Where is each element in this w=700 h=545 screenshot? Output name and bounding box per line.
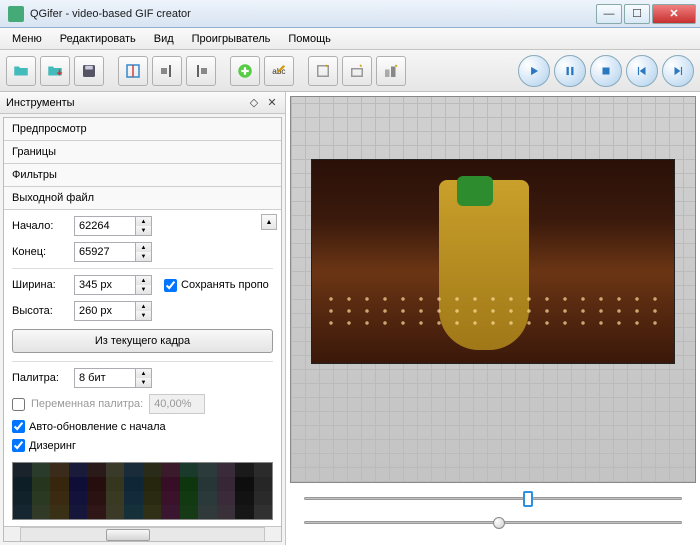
height-label: Высота: [12, 305, 68, 317]
position-slider[interactable] [304, 491, 682, 505]
export-gif-icon[interactable] [40, 56, 70, 86]
stop-button[interactable] [590, 55, 622, 87]
auto-update-label: Авто-обновление с начала [29, 421, 166, 433]
minimize-button[interactable]: — [596, 4, 622, 24]
end-spinner[interactable]: ▲▼ [136, 242, 152, 262]
start-spinner[interactable]: ▲▼ [136, 216, 152, 236]
menu-file[interactable]: Меню [4, 31, 50, 47]
preview-canvas [290, 96, 696, 483]
resize-icon[interactable] [342, 56, 372, 86]
start-label: Начало: [12, 220, 68, 232]
sidebar-header: Инструменты ◇ ✕ [0, 92, 285, 114]
auto-update-checkbox[interactable] [12, 420, 25, 433]
output-panel: ▲ Начало: ▲▼ Конец: ▲▼ Ширина: ▲▼ Сохран… [4, 210, 281, 526]
speed-slider[interactable] [304, 515, 682, 529]
position-thumb[interactable] [523, 491, 533, 507]
play-button[interactable] [518, 55, 550, 87]
menu-edit[interactable]: Редактировать [52, 31, 144, 47]
preview-pane [286, 92, 700, 545]
scroll-up-button[interactable]: ▲ [261, 214, 277, 230]
keep-ratio-checkbox[interactable] [164, 279, 177, 292]
video-frame [311, 159, 675, 364]
section-filters[interactable]: Фильтры [4, 164, 281, 187]
next-frame-button[interactable] [662, 55, 694, 87]
var-palette-input [149, 394, 205, 414]
undock-icon[interactable]: ◇ [247, 96, 261, 110]
frame-tool-icon[interactable] [118, 56, 148, 86]
palette-preview [12, 462, 273, 520]
section-borders[interactable]: Границы [4, 141, 281, 164]
menu-view[interactable]: Вид [146, 31, 182, 47]
mark-out-icon[interactable] [186, 56, 216, 86]
section-output[interactable]: Выходной файл [4, 187, 281, 210]
window-title: QGifer - video-based GIF creator [30, 8, 596, 20]
sidebar-hscrollbar[interactable] [4, 526, 281, 542]
app-icon [8, 6, 24, 22]
mark-in-icon[interactable] [152, 56, 182, 86]
save-icon[interactable] [74, 56, 104, 86]
titlebar: QGifer - video-based GIF creator — ☐ ✕ [0, 0, 700, 28]
menu-player[interactable]: Проигрыватель [184, 31, 279, 47]
palette-input[interactable] [74, 368, 136, 388]
text-icon[interactable]: abc [264, 56, 294, 86]
end-input[interactable] [74, 242, 136, 262]
palette-label: Палитра: [12, 372, 68, 384]
width-input[interactable] [74, 275, 136, 295]
menu-help[interactable]: Помощь [280, 31, 339, 47]
var-palette-label: Переменная палитра: [31, 398, 143, 410]
var-palette-checkbox[interactable] [12, 398, 25, 411]
end-label: Конец: [12, 246, 68, 258]
height-spinner[interactable]: ▲▼ [136, 301, 152, 321]
section-preview[interactable]: Предпросмотр [4, 118, 281, 141]
maximize-button[interactable]: ☐ [624, 4, 650, 24]
menubar: Меню Редактировать Вид Проигрыватель Пом… [0, 28, 700, 50]
width-label: Ширина: [12, 279, 68, 291]
dithering-checkbox[interactable] [12, 439, 25, 452]
keep-ratio-label: Сохранять пропо [181, 279, 269, 291]
open-folder-icon[interactable] [6, 56, 36, 86]
width-spinner[interactable]: ▲▼ [136, 275, 152, 295]
pause-button[interactable] [554, 55, 586, 87]
from-current-frame-button[interactable]: Из текущего кадра [12, 329, 273, 353]
speed-thumb[interactable] [493, 517, 505, 529]
palette-spinner[interactable]: ▲▼ [136, 368, 152, 388]
prev-frame-button[interactable] [626, 55, 658, 87]
crop-icon[interactable] [308, 56, 338, 86]
dithering-label: Дизеринг [29, 440, 76, 452]
start-input[interactable] [74, 216, 136, 236]
add-icon[interactable] [230, 56, 260, 86]
close-button[interactable]: ✕ [652, 4, 696, 24]
sidebar: Инструменты ◇ ✕ Предпросмотр Границы Фил… [0, 92, 286, 545]
close-panel-icon[interactable]: ✕ [265, 96, 279, 110]
scrollbar-thumb[interactable] [106, 529, 150, 541]
toolbar: abc [0, 50, 700, 92]
height-input[interactable] [74, 301, 136, 321]
effects-icon[interactable] [376, 56, 406, 86]
sidebar-title: Инструменты [6, 97, 75, 109]
